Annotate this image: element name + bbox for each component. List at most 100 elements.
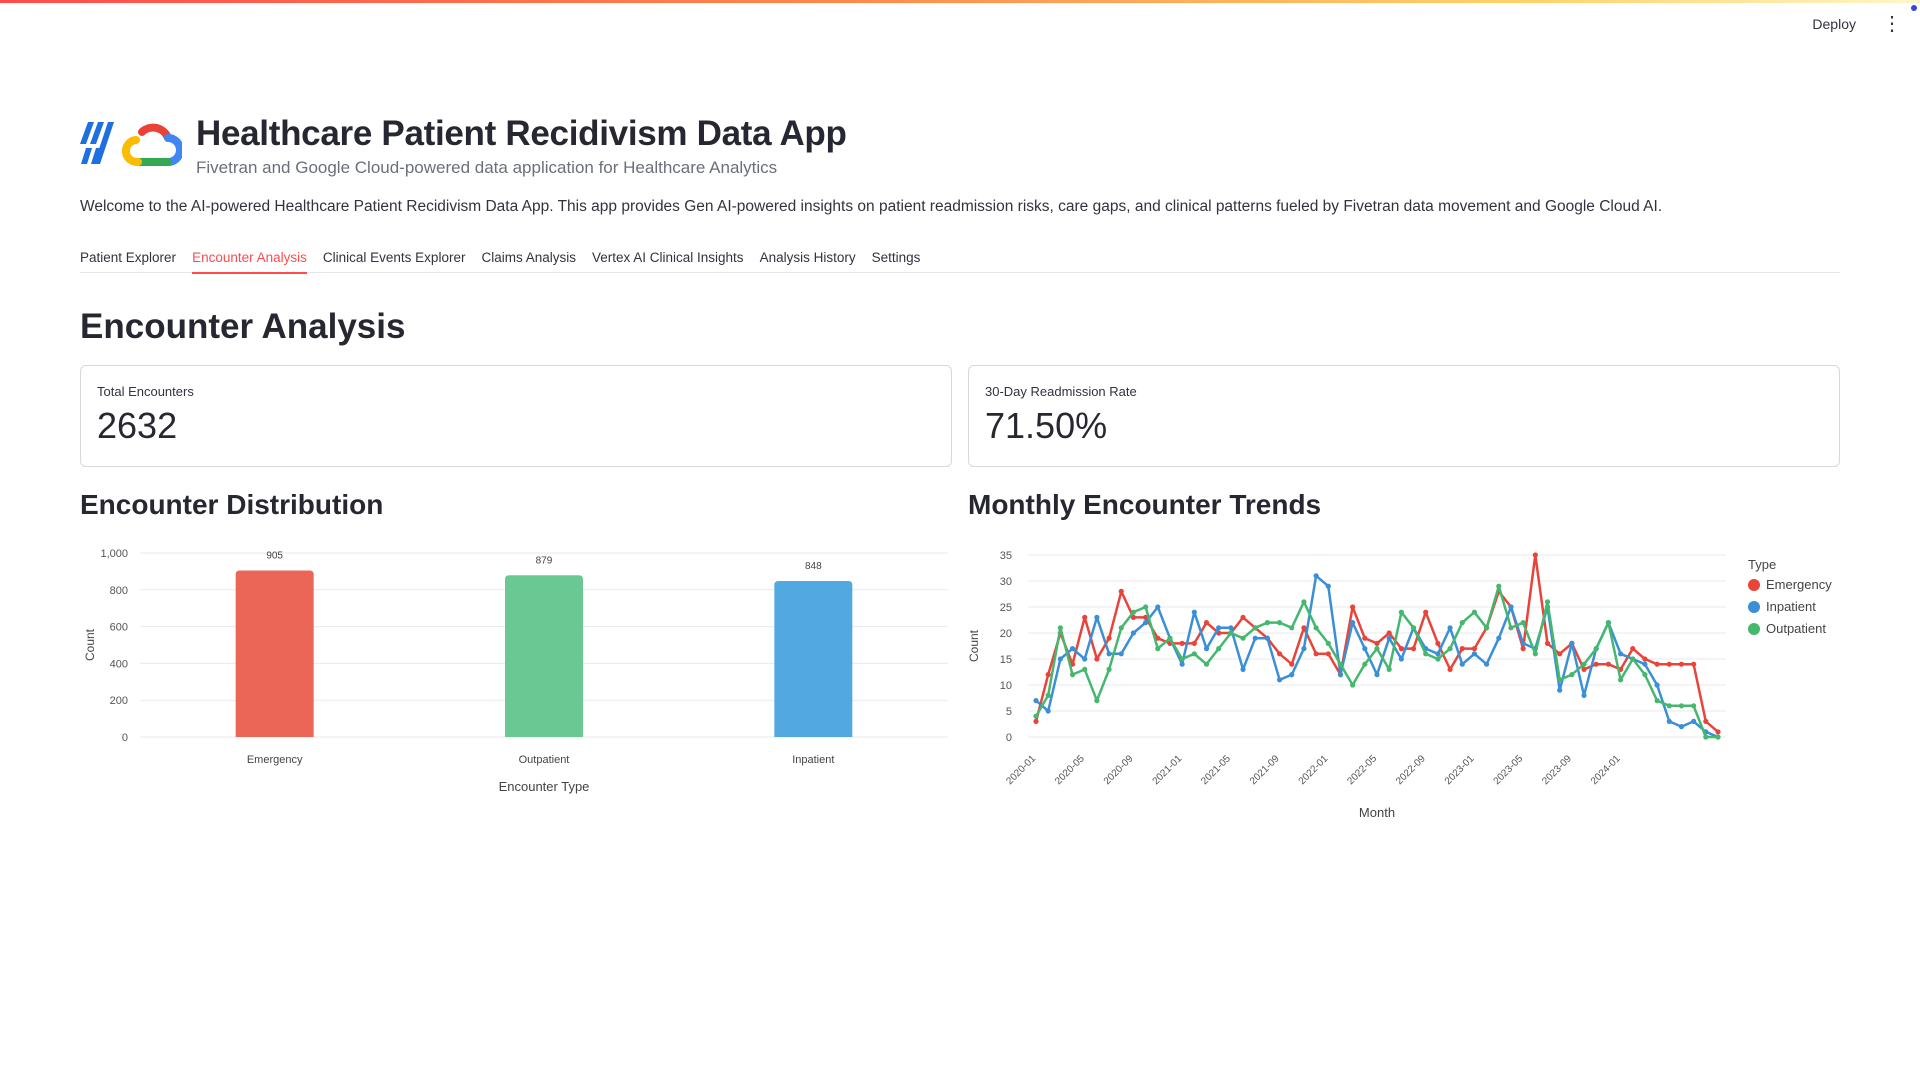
data-point <box>1654 698 1660 704</box>
fivetran-logo-icon <box>80 122 114 164</box>
bar-emergency <box>235 570 314 737</box>
data-point <box>1423 651 1429 657</box>
data-point <box>1654 661 1660 667</box>
data-point <box>1301 599 1307 605</box>
tab-encounter-analysis[interactable]: Encounter Analysis <box>192 236 307 274</box>
x-axis-title: Encounter Type <box>499 779 590 794</box>
tab-vertex-ai-clinical-insights[interactable]: Vertex AI Clinical Insights <box>592 236 744 272</box>
tab-clinical-events-explorer[interactable]: Clinical Events Explorer <box>323 236 466 272</box>
data-point <box>1033 713 1039 719</box>
data-point <box>1228 630 1234 636</box>
data-point <box>1045 708 1051 714</box>
y-tick-label: 5 <box>1006 706 1012 718</box>
data-point <box>1605 620 1611 626</box>
data-point <box>1301 625 1307 631</box>
data-point <box>1386 666 1392 672</box>
data-point <box>1191 651 1197 657</box>
y-tick-label: 20 <box>1000 628 1012 640</box>
metric-label: Total Encounters <box>97 384 194 399</box>
data-point <box>1642 661 1648 667</box>
data-point <box>1703 718 1709 724</box>
data-point <box>1276 677 1283 683</box>
data-point <box>1143 604 1149 610</box>
legend-label: Inpatient <box>1766 599 1816 614</box>
data-point <box>1691 661 1697 667</box>
data-point <box>1642 672 1648 678</box>
data-point <box>1617 651 1624 657</box>
metric-card-total-encounters: Total Encounters 2632 <box>80 365 952 467</box>
data-point <box>1252 625 1258 631</box>
app-title: Healthcare Patient Recidivism Data App <box>196 114 847 153</box>
data-point <box>1678 703 1685 709</box>
google-cloud-logo-icon <box>121 123 182 167</box>
data-point <box>1459 661 1465 667</box>
tab-analysis-history[interactable]: Analysis History <box>760 236 856 272</box>
metric-value: 71.50% <box>985 405 1108 446</box>
data-point <box>1508 625 1514 631</box>
data-point <box>1191 609 1197 615</box>
x-tick-label: 2022-01 <box>1297 753 1331 787</box>
top-decoration-bar <box>0 0 1920 3</box>
data-point <box>1593 646 1599 652</box>
main-content: Healthcare Patient Recidivism Data App F… <box>80 96 1840 836</box>
y-tick-label: 10 <box>1000 680 1012 692</box>
monthly-encounter-trends-chart[interactable]: 0 5 10 15 20 25 30 35 2020-01 2020-05 2020-09 2021-… <box>967 521 1840 831</box>
data-label: 879 <box>536 555 553 566</box>
data-point <box>1057 656 1063 662</box>
data-point <box>1374 640 1380 646</box>
data-point <box>1374 672 1380 678</box>
y-tick-label: 1,000 <box>100 548 128 560</box>
data-point <box>1544 640 1551 646</box>
data-point <box>1082 656 1088 662</box>
metric-value: 2632 <box>97 405 178 446</box>
data-point <box>1435 651 1441 657</box>
x-tick-label: 2023-09 <box>1540 753 1574 787</box>
data-point <box>1289 661 1295 667</box>
data-point <box>1094 656 1100 662</box>
data-point <box>1350 682 1356 688</box>
y-tick-label: 15 <box>1000 654 1012 666</box>
data-point <box>1447 646 1453 652</box>
y-tick-label: 25 <box>1000 602 1012 614</box>
chart-title: Monthly Encounter Trends <box>968 489 1322 520</box>
tab-settings[interactable]: Settings <box>872 236 921 272</box>
data-point <box>1118 651 1124 657</box>
data-point <box>1642 656 1648 662</box>
data-point <box>1289 625 1295 631</box>
data-point <box>1520 620 1526 626</box>
data-point <box>1484 661 1490 667</box>
data-point <box>1301 646 1307 652</box>
encounter-distribution-chart[interactable]: 0 200 400 600 800 1,000 905 Emergency 879 Outpati… <box>80 521 952 831</box>
data-point <box>1703 734 1709 740</box>
main-menu-icon[interactable]: ⋮ <box>1882 14 1902 34</box>
data-point <box>1471 609 1478 615</box>
legend-label: Emergency <box>1766 577 1832 592</box>
tab-claims-analysis[interactable]: Claims Analysis <box>481 236 576 272</box>
deploy-button[interactable]: Deploy <box>1808 10 1860 38</box>
y-tick-label: 0 <box>1006 732 1012 744</box>
data-point <box>1143 620 1149 626</box>
data-point <box>1082 666 1088 672</box>
data-label: 905 <box>266 550 283 561</box>
y-tick-label: 0 <box>122 732 128 744</box>
data-point <box>1447 625 1453 631</box>
data-point <box>1118 625 1124 631</box>
data-point <box>1203 620 1210 626</box>
data-point <box>1557 677 1563 683</box>
data-label: 848 <box>805 561 822 572</box>
bar-outpatient <box>505 575 583 737</box>
data-point <box>1191 640 1197 646</box>
data-point <box>1033 718 1039 724</box>
tab-patient-explorer[interactable]: Patient Explorer <box>80 236 176 272</box>
data-point <box>1240 666 1246 672</box>
data-point <box>1423 609 1429 615</box>
data-point <box>1350 604 1356 610</box>
data-point <box>1544 599 1551 605</box>
section-title: Encounter Analysis <box>80 307 406 346</box>
data-point <box>1325 583 1331 589</box>
data-point <box>1496 635 1502 641</box>
x-tick-label: 2023-05 <box>1492 753 1526 787</box>
data-point <box>1715 734 1721 740</box>
data-point <box>1593 661 1599 667</box>
x-tick-label: 2022-09 <box>1394 753 1428 787</box>
